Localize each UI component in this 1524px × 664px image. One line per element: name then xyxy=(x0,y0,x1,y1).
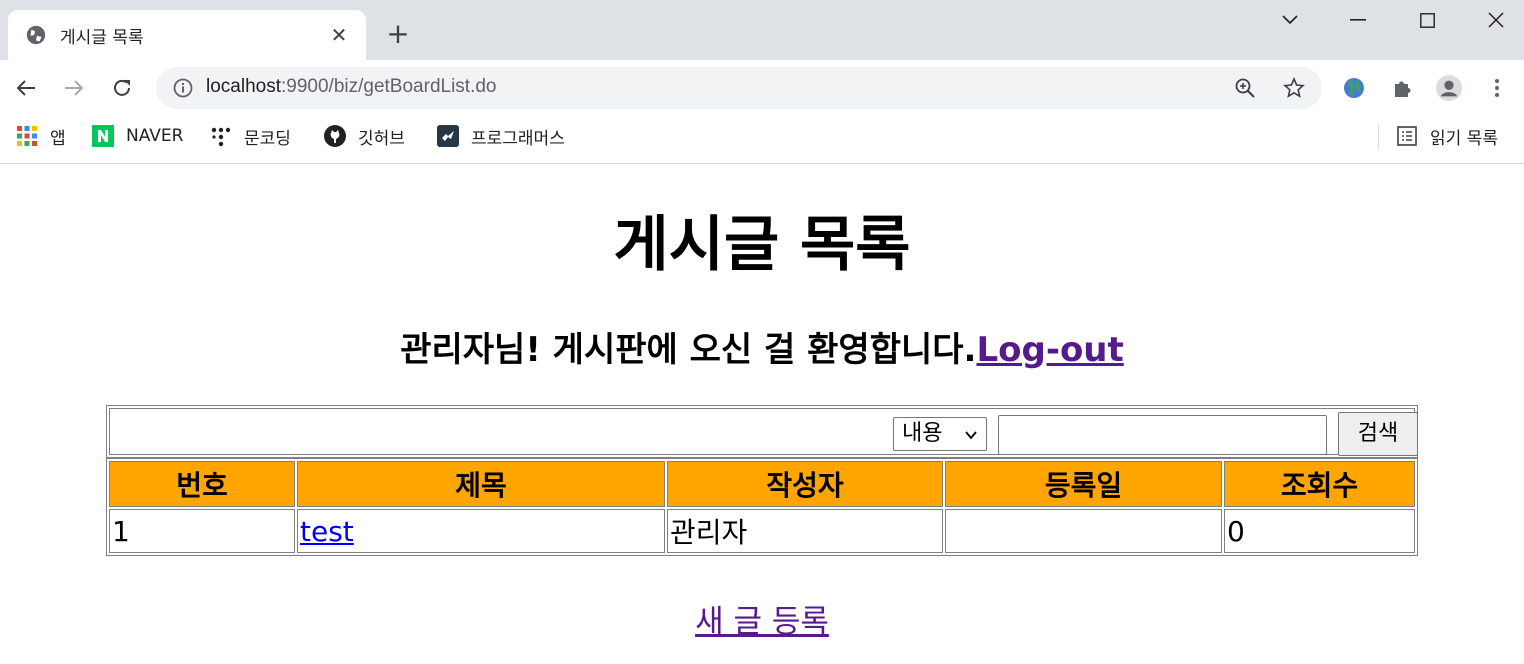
tab-search-icon[interactable] xyxy=(1265,4,1315,36)
extensions-puzzle-icon[interactable] xyxy=(1389,75,1415,101)
cell-views: 0 xyxy=(1224,509,1415,553)
search-condition-select[interactable]: 내용 xyxy=(893,417,987,451)
welcome-message: 관리자님! 게시판에 오신 걸 환영합니다.Log-out xyxy=(0,328,1524,372)
menu-kebab-icon[interactable] xyxy=(1484,75,1510,101)
reload-icon[interactable] xyxy=(108,74,136,102)
tab-strip: 게시글 목록 ✕ + xyxy=(0,0,1524,60)
search-button[interactable]: 검색 xyxy=(1338,412,1418,456)
post-title-link[interactable]: test xyxy=(300,515,354,548)
chevron-down-icon xyxy=(965,431,977,440)
extension-globe-icon[interactable] xyxy=(1341,75,1367,101)
table-header-row: 번호 제목 작성자 등록일 조회수 xyxy=(109,461,1415,507)
search-cell: 내용 검색 xyxy=(109,408,1418,456)
bookmark-mooncoding[interactable]: 문코딩 xyxy=(210,124,291,149)
bookmark-star-icon[interactable] xyxy=(1283,77,1305,99)
new-tab-icon[interactable]: + xyxy=(384,20,412,48)
bookmark-label: 프로그래머스 xyxy=(471,128,565,149)
bookmark-label: 앱 xyxy=(50,128,66,149)
globe-icon xyxy=(26,25,46,45)
address-bar[interactable]: localhost:9900/biz/getBoardList.do xyxy=(156,67,1322,109)
new-post-link[interactable]: 새 글 등록 xyxy=(695,604,829,640)
page-title: 게시글 목록 xyxy=(613,210,911,280)
close-window-icon[interactable] xyxy=(1471,4,1521,36)
bookmark-naver[interactable]: NAVER xyxy=(92,124,183,148)
reading-list-label: 읽기 목록 xyxy=(1430,128,1498,149)
cell-writer: 관리자 xyxy=(667,509,943,553)
active-tab[interactable]: 게시글 목록 ✕ xyxy=(8,10,366,60)
header-title: 제목 xyxy=(297,461,665,507)
header-number: 번호 xyxy=(109,461,295,507)
reading-list[interactable]: 읽기 목록 xyxy=(1396,124,1498,149)
apps-grid-icon xyxy=(16,125,38,147)
cell-title: test xyxy=(297,509,665,553)
back-icon[interactable] xyxy=(12,74,40,102)
url-text[interactable]: localhost:9900/biz/getBoardList.do xyxy=(206,76,497,98)
bookmark-apps[interactable]: 앱 xyxy=(16,124,66,149)
header-writer: 작성자 xyxy=(667,461,943,507)
close-tab-icon[interactable]: ✕ xyxy=(328,24,350,46)
header-views: 조회수 xyxy=(1224,461,1415,507)
bookmark-label: 문코딩 xyxy=(244,128,291,149)
zoom-icon[interactable] xyxy=(1234,77,1256,99)
bookmark-programmers[interactable]: 프로그래머스 xyxy=(437,124,565,149)
logout-link[interactable]: Log-out xyxy=(976,330,1123,370)
info-icon[interactable] xyxy=(172,77,194,99)
board-list-table: 번호 제목 작성자 등록일 조회수 1 test 관리자 0 xyxy=(106,458,1418,556)
cell-number: 1 xyxy=(109,509,295,553)
table-row: 1 test 관리자 0 xyxy=(109,509,1415,553)
tab-title: 게시글 목록 xyxy=(60,28,144,48)
minimize-icon[interactable] xyxy=(1333,4,1383,36)
github-icon xyxy=(324,125,346,147)
programmers-logo-icon xyxy=(437,125,459,147)
search-condition-value: 내용 xyxy=(902,421,943,446)
bookmarks-bar: 앱 NAVER 문코딩 깃허브 프로그래머스 읽기 목록 xyxy=(0,116,1524,164)
bookmark-separator xyxy=(1378,124,1379,150)
naver-logo-icon xyxy=(92,125,114,147)
search-form: 내용 검색 xyxy=(106,405,1418,458)
browser-toolbar: localhost:9900/biz/getBoardList.do xyxy=(0,60,1524,116)
forward-icon[interactable] xyxy=(60,74,88,102)
profile-avatar-icon[interactable] xyxy=(1436,75,1462,101)
bookmark-label: NAVER xyxy=(126,126,184,146)
maximize-icon[interactable] xyxy=(1402,4,1452,36)
reading-list-icon xyxy=(1396,125,1418,147)
cell-date xyxy=(945,509,1222,553)
bookmark-github[interactable]: 깃허브 xyxy=(324,124,405,149)
search-keyword-input[interactable] xyxy=(998,415,1327,455)
new-post-container: 새 글 등록 xyxy=(0,596,1524,641)
dots-logo-icon xyxy=(210,125,232,147)
bookmark-label: 깃허브 xyxy=(358,128,405,149)
header-date: 등록일 xyxy=(945,461,1222,507)
welcome-text: 관리자님! 게시판에 오신 걸 환영합니다. xyxy=(400,330,977,370)
